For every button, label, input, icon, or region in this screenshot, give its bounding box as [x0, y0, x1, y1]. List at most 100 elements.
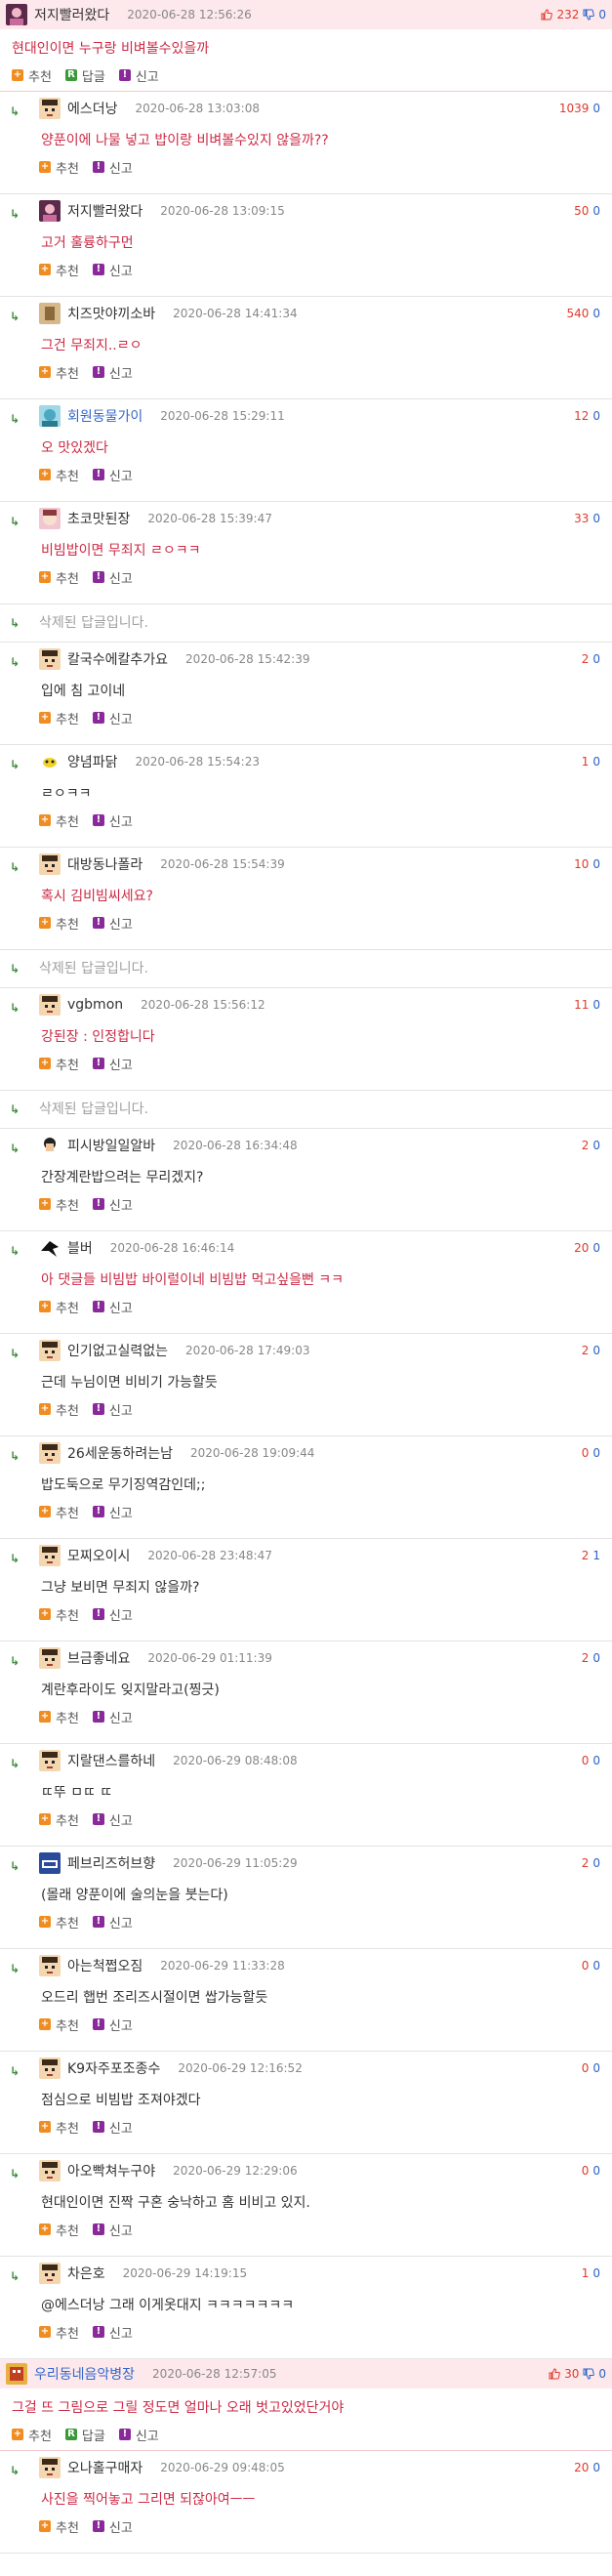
recommend-button[interactable]: + 추천: [39, 709, 79, 727]
report-button[interactable]: ! 신고: [92, 466, 133, 484]
report-button[interactable]: ! 신고: [92, 1913, 133, 1932]
avatar[interactable]: [39, 1955, 61, 1976]
author-nickname[interactable]: 차은호: [67, 2264, 105, 2283]
avatar[interactable]: [39, 1340, 61, 1361]
avatar[interactable]: [6, 2363, 27, 2385]
author-nickname[interactable]: 에스더낭: [67, 99, 118, 118]
author-nickname[interactable]: 저지빨러왔다: [34, 5, 109, 24]
recommend-button[interactable]: + 추천: [39, 2221, 79, 2239]
author-nickname[interactable]: 블버: [67, 1238, 93, 1258]
avatar[interactable]: [39, 508, 61, 529]
avatar[interactable]: [39, 1852, 61, 1874]
report-button[interactable]: ! 신고: [92, 1195, 133, 1214]
report-button[interactable]: ! 신고: [92, 363, 133, 382]
report-button[interactable]: ! 신고: [92, 1503, 133, 1521]
recommend-button[interactable]: + 추천: [39, 1055, 79, 1073]
report-button[interactable]: ! 신고: [92, 568, 133, 587]
author-nickname[interactable]: 브금좋네요: [67, 1648, 130, 1668]
avatar[interactable]: [39, 1135, 61, 1156]
author-nickname[interactable]: 피시방일일알바: [67, 1136, 155, 1155]
report-button[interactable]: ! 신고: [92, 2221, 133, 2239]
recommend-button[interactable]: + 추천: [39, 158, 79, 177]
report-button[interactable]: ! 신고: [92, 914, 133, 933]
avatar[interactable]: [39, 1442, 61, 1464]
reply-button[interactable]: R 답글: [64, 66, 105, 85]
author-nickname[interactable]: 우리동네음악병장: [34, 2364, 135, 2384]
report-button[interactable]: ! 신고: [92, 2015, 133, 2034]
recommend-button[interactable]: + 추천: [39, 1913, 79, 1932]
report-button[interactable]: ! 신고: [92, 709, 133, 727]
avatar[interactable]: [39, 2263, 61, 2284]
author-nickname[interactable]: 아는척쩝오짐: [67, 1956, 143, 1975]
recommend-button[interactable]: + 추천: [39, 1503, 79, 1521]
avatar[interactable]: [39, 2160, 61, 2181]
author-nickname[interactable]: 페브리즈허브향: [67, 1853, 155, 1873]
avatar[interactable]: [6, 4, 27, 25]
recommend-button[interactable]: + 추천: [39, 2323, 79, 2342]
recommend-button[interactable]: + 추천: [12, 66, 52, 85]
reply-button[interactable]: R 답글: [64, 2426, 105, 2444]
author-nickname[interactable]: 26세운동하려는남: [67, 1443, 173, 1463]
author-nickname[interactable]: 치즈맛야끼소바: [67, 304, 155, 323]
recommend-button[interactable]: + 추천: [39, 466, 79, 484]
avatar[interactable]: [39, 98, 61, 119]
report-button[interactable]: ! 신고: [92, 811, 133, 830]
recommend-button[interactable]: + 추천: [12, 2426, 52, 2444]
recommend-button[interactable]: + 추천: [39, 1810, 79, 1829]
recommend-button[interactable]: + 추천: [39, 2015, 79, 2034]
avatar[interactable]: [39, 994, 61, 1016]
recommend-button[interactable]: + 추천: [39, 363, 79, 382]
recommend-button[interactable]: + 추천: [39, 1298, 79, 1316]
report-button[interactable]: ! 신고: [92, 1605, 133, 1624]
avatar[interactable]: [39, 303, 61, 324]
recommend-button[interactable]: + 추천: [39, 261, 79, 279]
avatar[interactable]: [39, 2057, 61, 2079]
report-button[interactable]: ! 신고: [92, 1810, 133, 1829]
avatar[interactable]: [39, 1237, 61, 1259]
avatar[interactable]: [39, 405, 61, 427]
author-nickname[interactable]: 칼국수에칼추가요: [67, 649, 168, 669]
recommend-button[interactable]: + 추천: [39, 914, 79, 933]
report-button[interactable]: ! 신고: [92, 158, 133, 177]
author-nickname[interactable]: vgbmon: [67, 997, 123, 1013]
report-button[interactable]: ! 신고: [92, 1298, 133, 1316]
report-button[interactable]: ! 신고: [92, 1708, 133, 1726]
author-nickname[interactable]: 오나홀구매자: [67, 2458, 143, 2477]
report-button[interactable]: ! 신고: [92, 2517, 133, 2536]
avatar[interactable]: [39, 2457, 61, 2478]
thumbs-up-icon[interactable]: [541, 9, 553, 21]
report-button[interactable]: ! 신고: [92, 2323, 133, 2342]
thumbs-up-icon[interactable]: [549, 2368, 560, 2380]
avatar[interactable]: [39, 853, 61, 875]
author-nickname[interactable]: 저지빨러왔다: [67, 201, 143, 221]
recommend-button[interactable]: + 추천: [39, 1195, 79, 1214]
recommend-button[interactable]: + 추천: [39, 1708, 79, 1726]
report-button[interactable]: ! 신고: [92, 1400, 133, 1419]
avatar[interactable]: [39, 1750, 61, 1771]
recommend-button[interactable]: + 추천: [39, 1605, 79, 1624]
report-button[interactable]: ! 신고: [92, 1055, 133, 1073]
author-nickname[interactable]: 대방동나폴라: [67, 854, 143, 874]
author-nickname[interactable]: 양념파닭: [67, 752, 118, 771]
author-nickname[interactable]: 모찌오이시: [67, 1546, 130, 1565]
author-nickname[interactable]: 회원동물가이: [67, 406, 143, 426]
report-button[interactable]: ! 신고: [118, 66, 159, 85]
report-button[interactable]: ! 신고: [92, 2118, 133, 2137]
avatar[interactable]: [39, 200, 61, 222]
report-button[interactable]: ! 신고: [92, 261, 133, 279]
report-button[interactable]: ! 신고: [118, 2426, 159, 2444]
recommend-button[interactable]: + 추천: [39, 1400, 79, 1419]
avatar[interactable]: [39, 648, 61, 670]
author-nickname[interactable]: 지랄댄스를하네: [67, 1751, 155, 1770]
recommend-button[interactable]: + 추천: [39, 811, 79, 830]
avatar[interactable]: [39, 751, 61, 772]
recommend-button[interactable]: + 추천: [39, 568, 79, 587]
author-nickname[interactable]: 아오빡쳐누구야: [67, 2161, 155, 2181]
avatar[interactable]: [39, 1647, 61, 1669]
author-nickname[interactable]: 초코맛된장: [67, 509, 130, 528]
thumbs-down-icon[interactable]: [583, 2368, 595, 2380]
recommend-button[interactable]: + 추천: [39, 2118, 79, 2137]
avatar[interactable]: [39, 1545, 61, 1566]
author-nickname[interactable]: 인기없고실력없는: [67, 1341, 168, 1360]
author-nickname[interactable]: K9자주포조종수: [67, 2058, 160, 2078]
